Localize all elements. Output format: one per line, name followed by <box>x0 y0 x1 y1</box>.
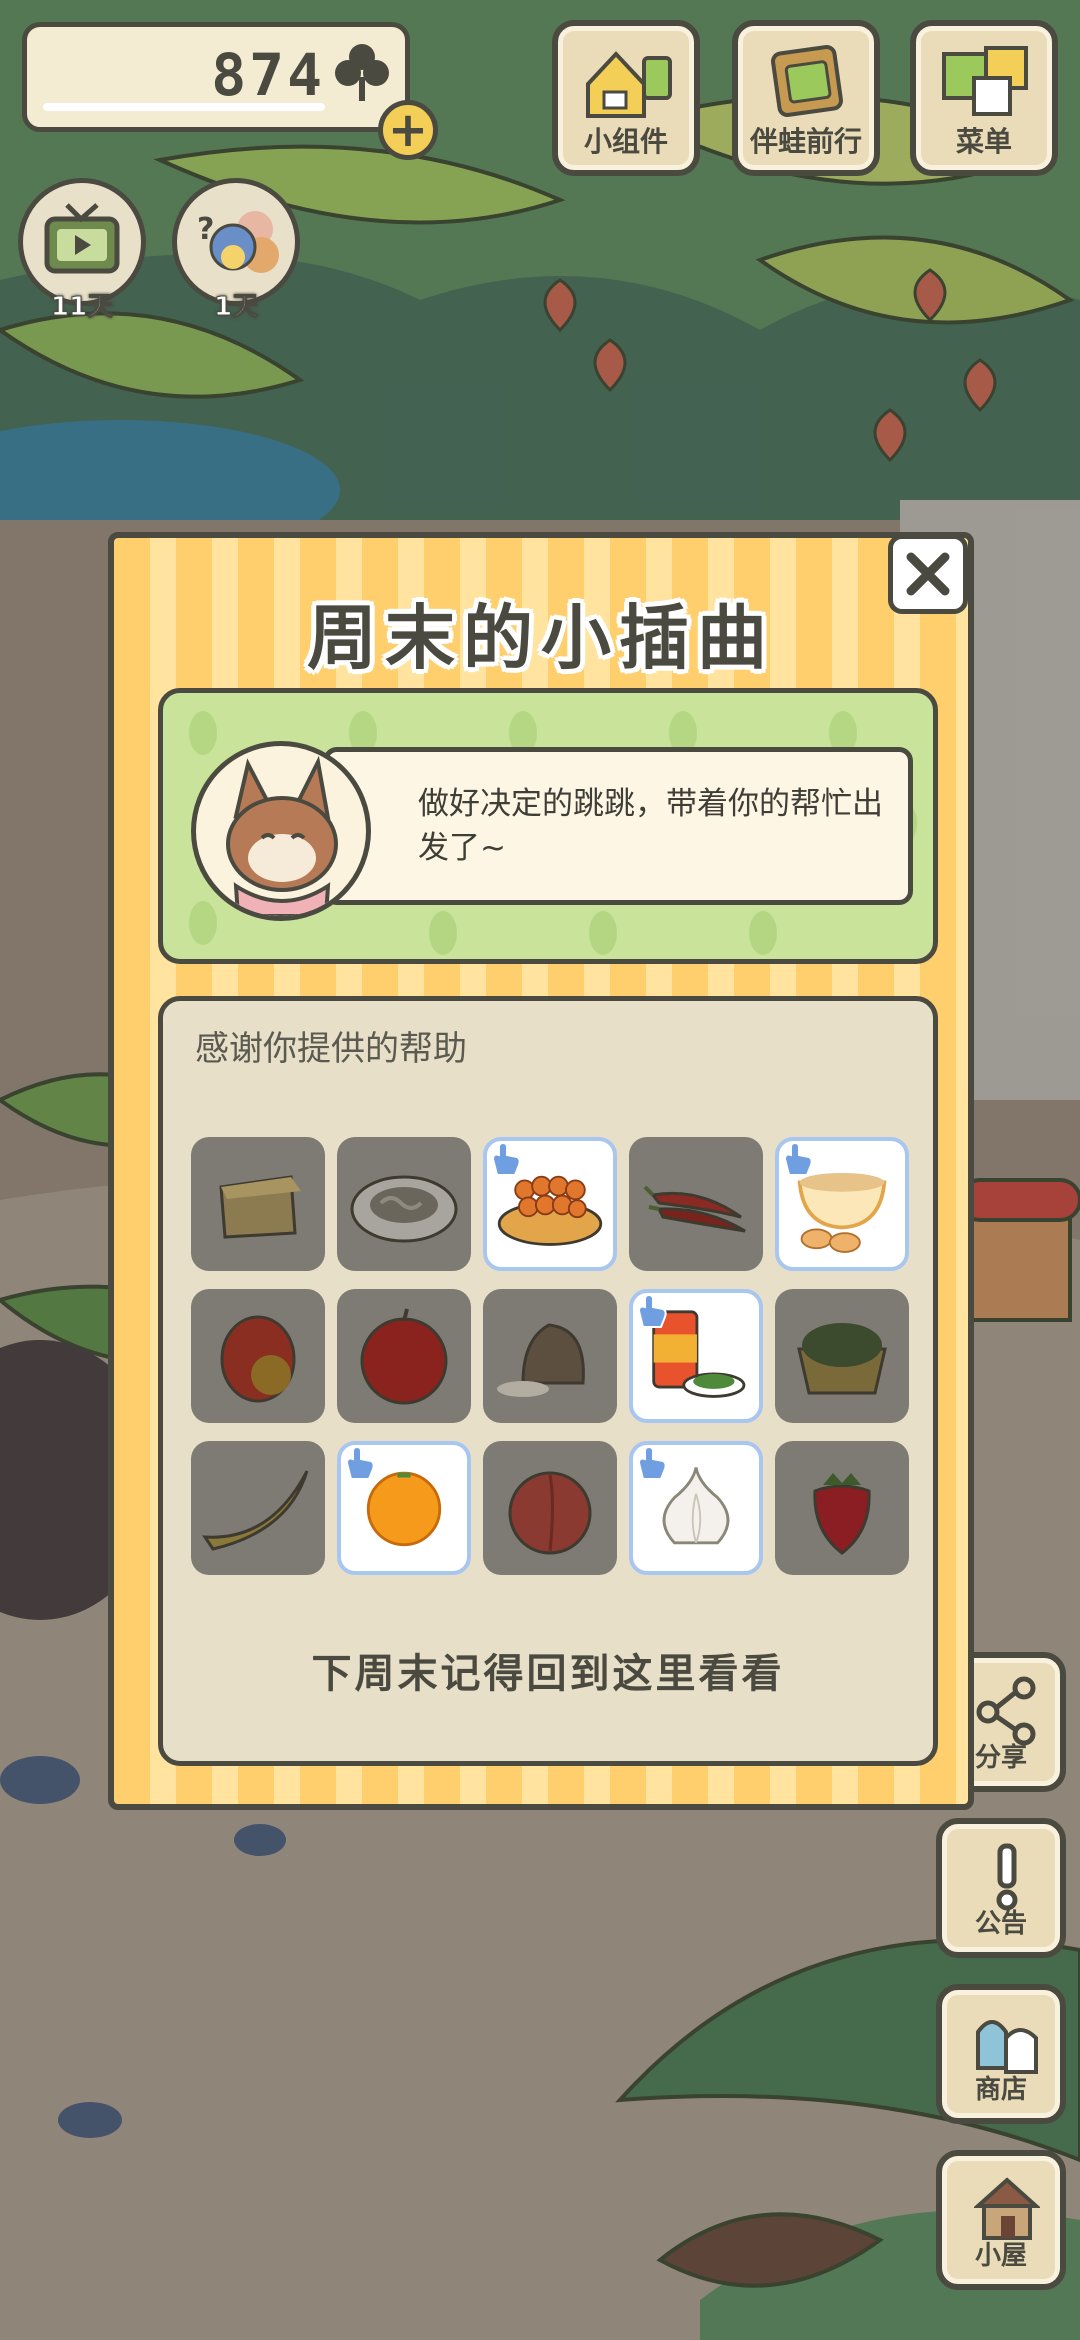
notice-button[interactable]: 公告 <box>936 1818 1066 1958</box>
item-peach[interactable] <box>483 1441 617 1575</box>
clover-count: 874 <box>211 41 325 109</box>
item-noodle-bowl[interactable] <box>775 1289 909 1423</box>
squirrel-avatar <box>191 741 371 921</box>
house-button[interactable]: 小屋 <box>936 2150 1066 2290</box>
shop-button[interactable]: 商店 <box>936 1984 1066 2124</box>
journey-icon <box>771 45 843 117</box>
squirrel-character-icon <box>226 755 338 916</box>
noodle-plate-icon <box>350 1175 458 1243</box>
dialog-footer-text: 下周末记得回到这里看看 <box>311 1651 785 1697</box>
close-dialog-button[interactable] <box>888 534 968 614</box>
clover-progress-bar <box>43 103 325 111</box>
shop-icon <box>976 2020 1038 2074</box>
tap-hand-icon <box>345 1445 375 1480</box>
tap-hand-icon <box>783 1141 813 1176</box>
weekend-episode-dialog: 周末的小插曲 做好决定的跳跳，带着你的帮忙出发了~ 感谢你提供的帮助 下周末记得… <box>108 532 974 1810</box>
item-strawberry[interactable] <box>775 1441 909 1575</box>
item-apple[interactable] <box>337 1289 471 1423</box>
dialog-title: 周末的小插曲 <box>307 597 775 679</box>
thanks-panel: 感谢你提供的帮助 下周末记得回到这里看看 <box>158 996 938 1766</box>
house-button-label: 小屋 <box>974 2241 1027 2271</box>
item-canned-seaweed[interactable] <box>629 1289 763 1423</box>
chili-peppers-icon <box>643 1185 746 1233</box>
item-tea-and-biscuits[interactable] <box>775 1137 909 1271</box>
tap-hand-icon <box>637 1293 667 1328</box>
item-chili-peppers[interactable] <box>629 1137 763 1271</box>
cheese-icon <box>219 1175 301 1239</box>
strawberry-icon <box>813 1473 871 1555</box>
shop-button-label: 商店 <box>974 2075 1027 2105</box>
mango-icon <box>220 1315 296 1403</box>
clover-counter: 874 <box>22 22 410 132</box>
thanks-header: 感谢你提供的帮助 <box>195 1029 467 1069</box>
svg-text:?: ? <box>197 212 214 247</box>
item-garlic[interactable] <box>629 1441 763 1575</box>
notice-button-label: 公告 <box>974 1909 1027 1939</box>
apple-icon <box>360 1308 448 1405</box>
rice-sack-icon <box>497 1323 585 1397</box>
noodle-bowl-icon <box>797 1323 887 1395</box>
clover-icon <box>335 44 389 101</box>
journey-button-label: 伴蛙前行 <box>749 125 862 158</box>
visitors-badge-label: 1天 <box>213 292 259 323</box>
house-icon <box>974 2177 1040 2240</box>
share-icon <box>976 1676 1036 1746</box>
item-banana[interactable] <box>191 1441 325 1575</box>
tv-badge-label: 11天 <box>50 292 114 323</box>
visitors-icon: ? <box>197 211 279 273</box>
item-cheese[interactable] <box>191 1137 325 1271</box>
item-rice-sack[interactable] <box>483 1289 617 1423</box>
close-icon <box>906 552 950 596</box>
item-fried-dough-plate[interactable] <box>483 1137 617 1271</box>
widget-button-label: 小组件 <box>583 125 668 158</box>
item-orange[interactable] <box>337 1441 471 1575</box>
menu-cards-icon <box>942 46 1028 116</box>
banana-icon <box>202 1470 309 1551</box>
widget-button[interactable]: 小组件 <box>552 20 700 176</box>
tap-hand-icon <box>491 1141 521 1176</box>
journey-button[interactable]: 伴蛙前行 <box>732 20 880 176</box>
peach-icon <box>508 1471 592 1555</box>
speech-panel: 做好决定的跳跳，带着你的帮忙出发了~ <box>158 688 938 964</box>
tv-icon <box>44 203 120 274</box>
speech-bubble: 做好决定的跳跳，带着你的帮忙出发了~ <box>323 747 913 905</box>
menu-button-label: 菜单 <box>955 125 1012 158</box>
add-clover-button[interactable]: + <box>378 100 438 160</box>
menu-button[interactable]: 菜单 <box>910 20 1058 176</box>
widget-icon <box>586 51 672 118</box>
item-mango[interactable] <box>191 1289 325 1423</box>
item-noodle-plate[interactable] <box>337 1137 471 1271</box>
notice-icon <box>996 1843 1018 1911</box>
speech-message: 做好决定的跳跳，带着你的帮忙出发了~ <box>418 786 883 866</box>
tap-hand-icon <box>637 1445 667 1480</box>
